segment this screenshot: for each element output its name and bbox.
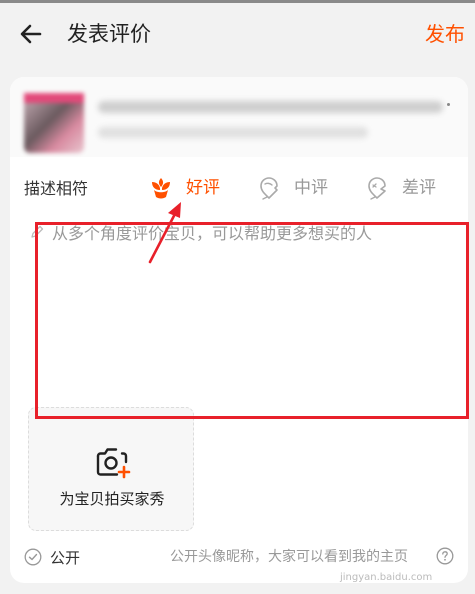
rating-option-good[interactable]: 好评 [148,173,220,203]
bad-rating-icon [368,177,386,200]
check-circle-icon [24,548,42,566]
publish-button[interactable]: 发布 [425,19,465,49]
product-spec-blurred [98,127,368,138]
product-thumbnail [24,93,84,153]
product-title-blurred [98,101,443,113]
page-title: 发表评价 [67,22,151,46]
rating-category-label: 描述相符 [24,179,89,198]
mid-rating-icon [260,177,278,200]
rating-option-label: 中评 [294,178,328,198]
camera-icon [96,448,131,479]
public-label: 公开 [50,548,81,567]
help-icon[interactable] [436,547,454,565]
add-photo-label: 为宝贝拍买家秀 [59,490,165,508]
public-toggle[interactable]: 公开 [24,545,80,569]
flower-icon [152,178,170,199]
back-arrow-icon[interactable] [16,19,46,49]
annotation-highlight-box [35,222,469,419]
add-photo-button[interactable]: 为宝贝拍买家秀 [28,407,194,531]
product-summary[interactable] [10,77,468,157]
header-bar: 发表评价 发布 [0,3,475,63]
rating-option-bad[interactable]: 差评 [364,173,436,203]
public-hint: 公开头像昵称，大家可以看到我的主页 [170,549,408,565]
rating-option-label: 差评 [402,178,436,198]
product-more-dot [447,103,450,106]
watermark: jingyan.baidu.com [340,572,433,583]
rating-option-mid[interactable]: 中评 [256,173,328,203]
rating-option-label: 好评 [186,178,220,198]
